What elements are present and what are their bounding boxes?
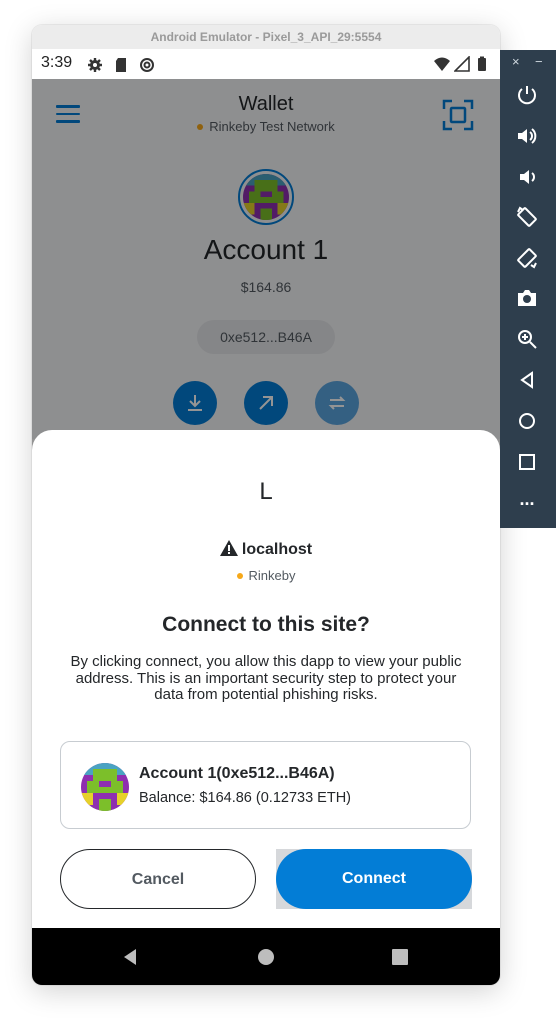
cancel-button[interactable]: Cancel — [60, 849, 256, 909]
status-time: 3:39 — [41, 54, 73, 71]
volume-up-icon[interactable] — [516, 125, 538, 147]
emulator-window: Android Emulator - Pixel_3_API_29:5554 3… — [32, 25, 500, 985]
emulator-side-panel: × − ... — [500, 50, 556, 528]
settings-icon — [88, 58, 102, 72]
nav-back-icon[interactable] — [120, 947, 140, 967]
account-avatar — [81, 763, 129, 811]
emulator-minimize-button[interactable]: − — [535, 54, 543, 69]
network-dot-icon — [236, 572, 243, 579]
site-network-label: Rinkeby — [248, 568, 296, 583]
volume-down-icon[interactable] — [516, 166, 538, 188]
power-icon[interactable] — [516, 84, 538, 106]
camera-icon[interactable] — [516, 287, 538, 309]
site-favicon-letter: L — [259, 478, 273, 505]
site-network: Rinkeby — [32, 568, 500, 583]
warning-icon — [219, 540, 238, 556]
rotate-left-icon[interactable] — [516, 206, 538, 228]
battery-icon — [478, 56, 486, 71]
emulator-title: Android Emulator - Pixel_3_API_29:5554 — [32, 25, 500, 49]
overview-icon[interactable] — [516, 451, 538, 473]
signal-icon — [454, 56, 470, 72]
back-icon[interactable] — [516, 369, 538, 391]
status-bar: 3:39 — [32, 49, 500, 79]
site-host: localhost — [32, 540, 500, 559]
connect-button-wrap: Connect — [276, 849, 472, 909]
connect-sheet: L localhost Rinkeby Connect to this site… — [32, 430, 500, 953]
connect-button[interactable]: Connect — [276, 849, 472, 909]
sync-icon — [140, 58, 154, 72]
home-icon[interactable] — [516, 410, 538, 432]
zoom-icon[interactable] — [516, 328, 538, 350]
wifi-icon — [434, 57, 450, 71]
account-card-label: Account 1(0xe512...B46A) — [139, 765, 335, 782]
emulator-close-button[interactable]: × — [512, 54, 520, 69]
android-nav-bar — [32, 928, 500, 985]
nav-overview-icon[interactable] — [390, 947, 410, 967]
connect-description: By clicking connect, you allow this dapp… — [70, 653, 462, 703]
rotate-right-icon[interactable] — [516, 247, 538, 269]
more-icon[interactable]: ... — [516, 488, 538, 510]
connect-title: Connect to this site? — [162, 613, 370, 636]
sd-card-icon — [116, 58, 126, 72]
account-card-balance: Balance: $164.86 (0.12733 ETH) — [139, 790, 351, 806]
site-host-label: localhost — [241, 541, 313, 558]
account-card[interactable]: Account 1(0xe512...B46A) Balance: $164.8… — [60, 741, 471, 829]
nav-home-icon[interactable] — [256, 947, 276, 967]
